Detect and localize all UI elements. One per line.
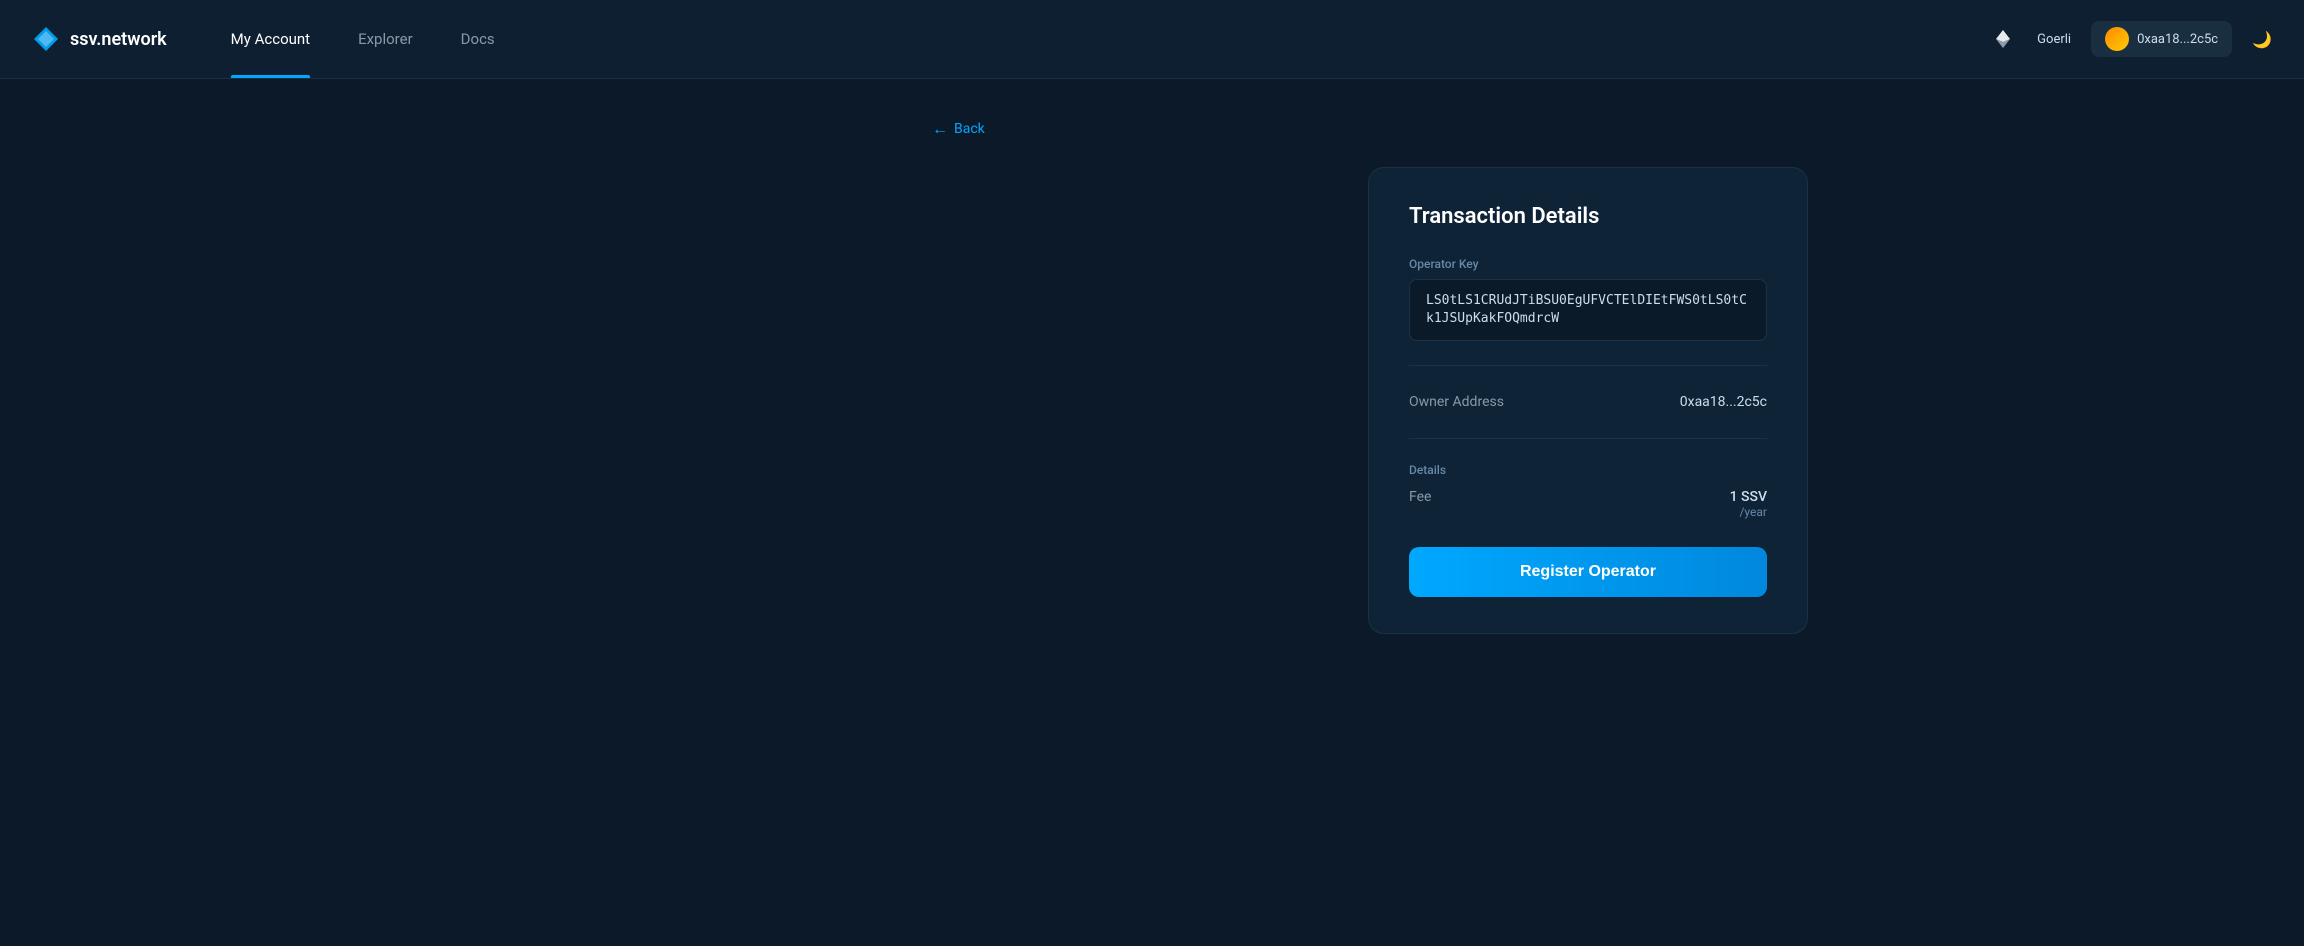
wallet-badge[interactable]: 0xaa18...2c5c bbox=[2091, 21, 2232, 57]
fee-row: Fee 1 SSV /year bbox=[1409, 489, 1767, 519]
navbar: ssv.network My Account Explorer Docs Goe… bbox=[0, 0, 2304, 79]
logo-icon bbox=[32, 25, 60, 53]
nav-links: My Account Explorer Docs bbox=[207, 0, 519, 78]
divider-1 bbox=[1409, 365, 1767, 366]
back-link[interactable]: ← Back bbox=[932, 119, 985, 139]
fee-value-block: 1 SSV /year bbox=[1730, 489, 1767, 519]
register-operator-button[interactable]: Register Operator bbox=[1409, 547, 1767, 597]
main-content: ← Back Transaction Details Operator Key … bbox=[0, 79, 2304, 674]
eth-icon bbox=[1989, 25, 2017, 53]
owner-address-value: 0xaa18...2c5c bbox=[1680, 394, 1767, 410]
fee-amount: 1 SSV bbox=[1730, 489, 1767, 505]
transaction-card: Transaction Details Operator Key LS0tLS1… bbox=[1368, 167, 1808, 634]
owner-address-label: Owner Address bbox=[1409, 394, 1504, 410]
wallet-avatar bbox=[2105, 27, 2129, 51]
operator-key-label: Operator Key bbox=[1409, 257, 1767, 271]
card-container: ← Back Transaction Details Operator Key … bbox=[60, 119, 2244, 634]
fee-label: Fee bbox=[1409, 489, 1431, 505]
back-arrow: ← bbox=[932, 119, 948, 139]
back-label: Back bbox=[954, 121, 985, 137]
details-section-label: Details bbox=[1409, 463, 1767, 477]
network-name: Goerli bbox=[2037, 32, 2071, 47]
nav-my-account[interactable]: My Account bbox=[207, 0, 334, 78]
theme-toggle[interactable]: 🌙 bbox=[2252, 30, 2272, 49]
theme-icon: 🌙 bbox=[2252, 30, 2272, 49]
logo-text: ssv.network bbox=[70, 29, 167, 50]
wallet-address: 0xaa18...2c5c bbox=[2137, 32, 2218, 47]
fee-period: /year bbox=[1730, 505, 1767, 519]
owner-address-row: Owner Address 0xaa18...2c5c bbox=[1409, 390, 1767, 414]
nav-explorer[interactable]: Explorer bbox=[334, 0, 437, 78]
operator-key-value: LS0tLS1CRUdJTiBSU0EgUFVCTElDIEtFWS0tLS0t… bbox=[1409, 279, 1767, 341]
nav-docs[interactable]: Docs bbox=[437, 0, 519, 78]
nav-right: Goerli 0xaa18...2c5c 🌙 bbox=[1989, 21, 2272, 57]
card-title: Transaction Details bbox=[1409, 204, 1767, 229]
divider-2 bbox=[1409, 438, 1767, 439]
logo[interactable]: ssv.network bbox=[32, 25, 167, 53]
